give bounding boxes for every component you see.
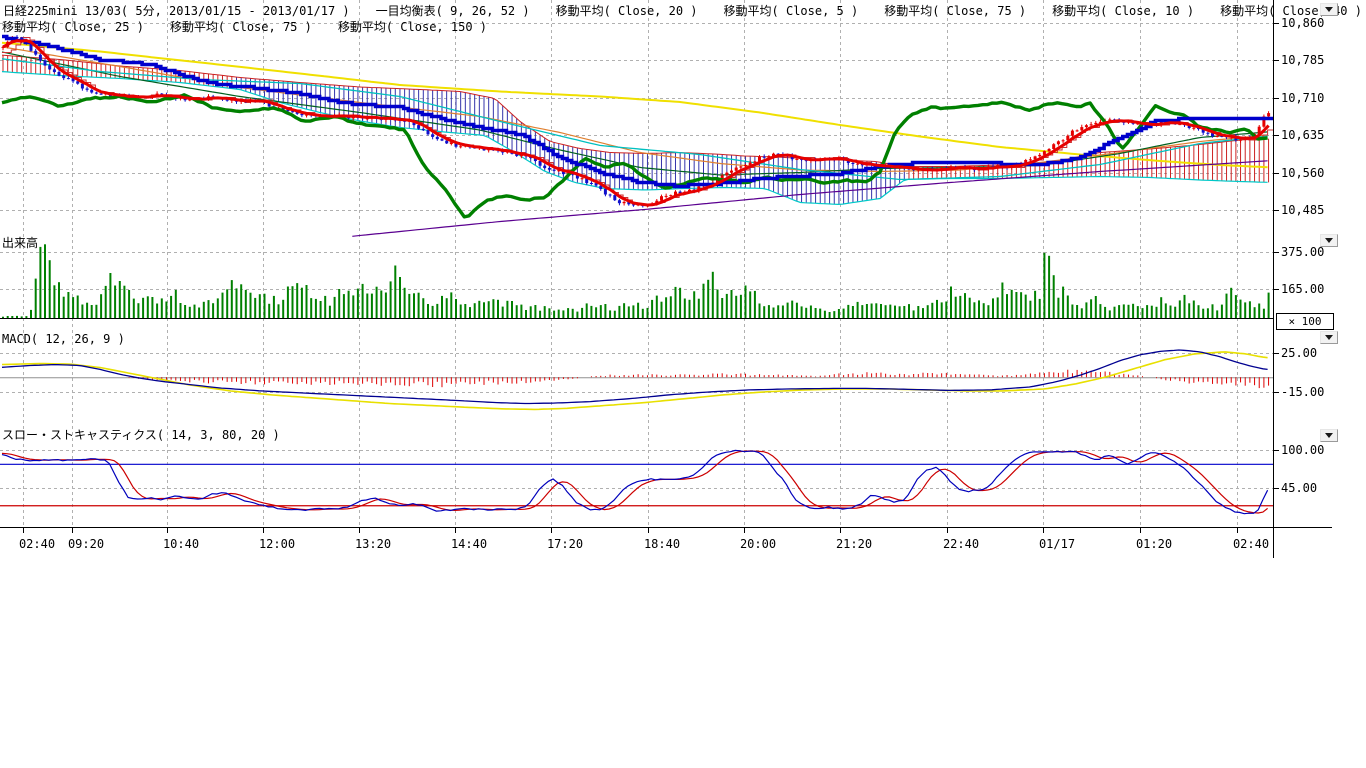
indicator-label: 移動平均( Close, 150 ) <box>338 18 487 35</box>
price-panel-dropdown-button[interactable] <box>1320 3 1338 16</box>
volume-panel-label: 出来高 <box>2 236 38 250</box>
time-axis-label: 02:40 <box>1229 537 1273 551</box>
price-axis-label: 10,485 <box>1281 203 1324 217</box>
chart-application-window: 日経225mini 13/03( 5分, 2013/01/15 - 2013/0… <box>0 0 1366 768</box>
time-axis-label: 17:20 <box>543 537 587 551</box>
volume-multiplier-badge: × 100 <box>1276 313 1334 330</box>
time-axis-label: 01:20 <box>1132 537 1176 551</box>
stochastics-axis-label: 100.00 <box>1281 443 1324 457</box>
price-axis-label: 10,560 <box>1281 166 1324 180</box>
indicator-label: 移動平均( Close, 40 ) <box>1220 2 1362 19</box>
price-axis-label: 10,635 <box>1281 128 1324 142</box>
indicator-label: 移動平均( Close, 5 ) <box>724 2 859 19</box>
indicator-label: 一目均衡表( 9, 26, 52 ) <box>376 2 530 19</box>
macd-panel-dropdown-button[interactable] <box>1320 331 1338 344</box>
indicator-header-row2: 移動平均( Close, 25 ) 移動平均( Close, 75 ) 移動平均( … <box>2 18 487 35</box>
indicator-label: 移動平均( Close, 75 ) <box>170 18 312 35</box>
time-axis-label: 21:20 <box>832 537 876 551</box>
volume-panel-dropdown-button[interactable] <box>1320 234 1338 247</box>
chevron-down-icon <box>1325 238 1333 243</box>
indicator-label: 日経225mini 13/03( 5分, 2013/01/15 - 2013/0… <box>3 2 350 19</box>
macd-panel-label: MACD( 12, 26, 9 ) <box>2 332 125 346</box>
time-axis-label: 18:40 <box>640 537 684 551</box>
indicator-header-row1: 日経225mini 13/03( 5分, 2013/01/15 - 2013/0… <box>3 2 1362 19</box>
time-axis-label: 20:00 <box>736 537 780 551</box>
price-axis-label: 10,785 <box>1281 53 1324 67</box>
chevron-down-icon <box>1325 7 1333 12</box>
volume-axis-label: 165.00 <box>1281 282 1324 296</box>
time-axis-label: 12:00 <box>255 537 299 551</box>
time-axis-label: 13:20 <box>351 537 395 551</box>
indicator-label: 移動平均( Close, 20 ) <box>556 2 698 19</box>
time-axis-label: 14:40 <box>447 537 491 551</box>
time-axis-label: 02:40 <box>15 537 59 551</box>
time-axis-label: 22:40 <box>939 537 983 551</box>
volume-axis-label: 375.00 <box>1281 245 1324 259</box>
stochastics-panel-label: スロー・ストキャスティクス( 14, 3, 80, 20 ) <box>2 428 280 442</box>
stochastics-axis-label: 45.00 <box>1281 481 1317 495</box>
stochastics-panel-dropdown-button[interactable] <box>1320 429 1338 442</box>
indicator-label: 移動平均( Close, 10 ) <box>1052 2 1194 19</box>
time-axis-label: 09:20 <box>64 537 108 551</box>
macd-axis-label: 25.00 <box>1281 346 1317 360</box>
chevron-down-icon <box>1325 433 1333 438</box>
indicator-label: 移動平均( Close, 25 ) <box>2 18 144 35</box>
macd-axis-label: -15.00 <box>1281 385 1324 399</box>
chevron-down-icon <box>1325 335 1333 340</box>
chart-area[interactable] <box>0 0 1366 768</box>
time-axis-label: 10:40 <box>159 537 203 551</box>
indicator-label: 移動平均( Close, 75 ) <box>884 2 1026 19</box>
time-axis-label: 01/17 <box>1035 537 1079 551</box>
price-axis-label: 10,710 <box>1281 91 1324 105</box>
